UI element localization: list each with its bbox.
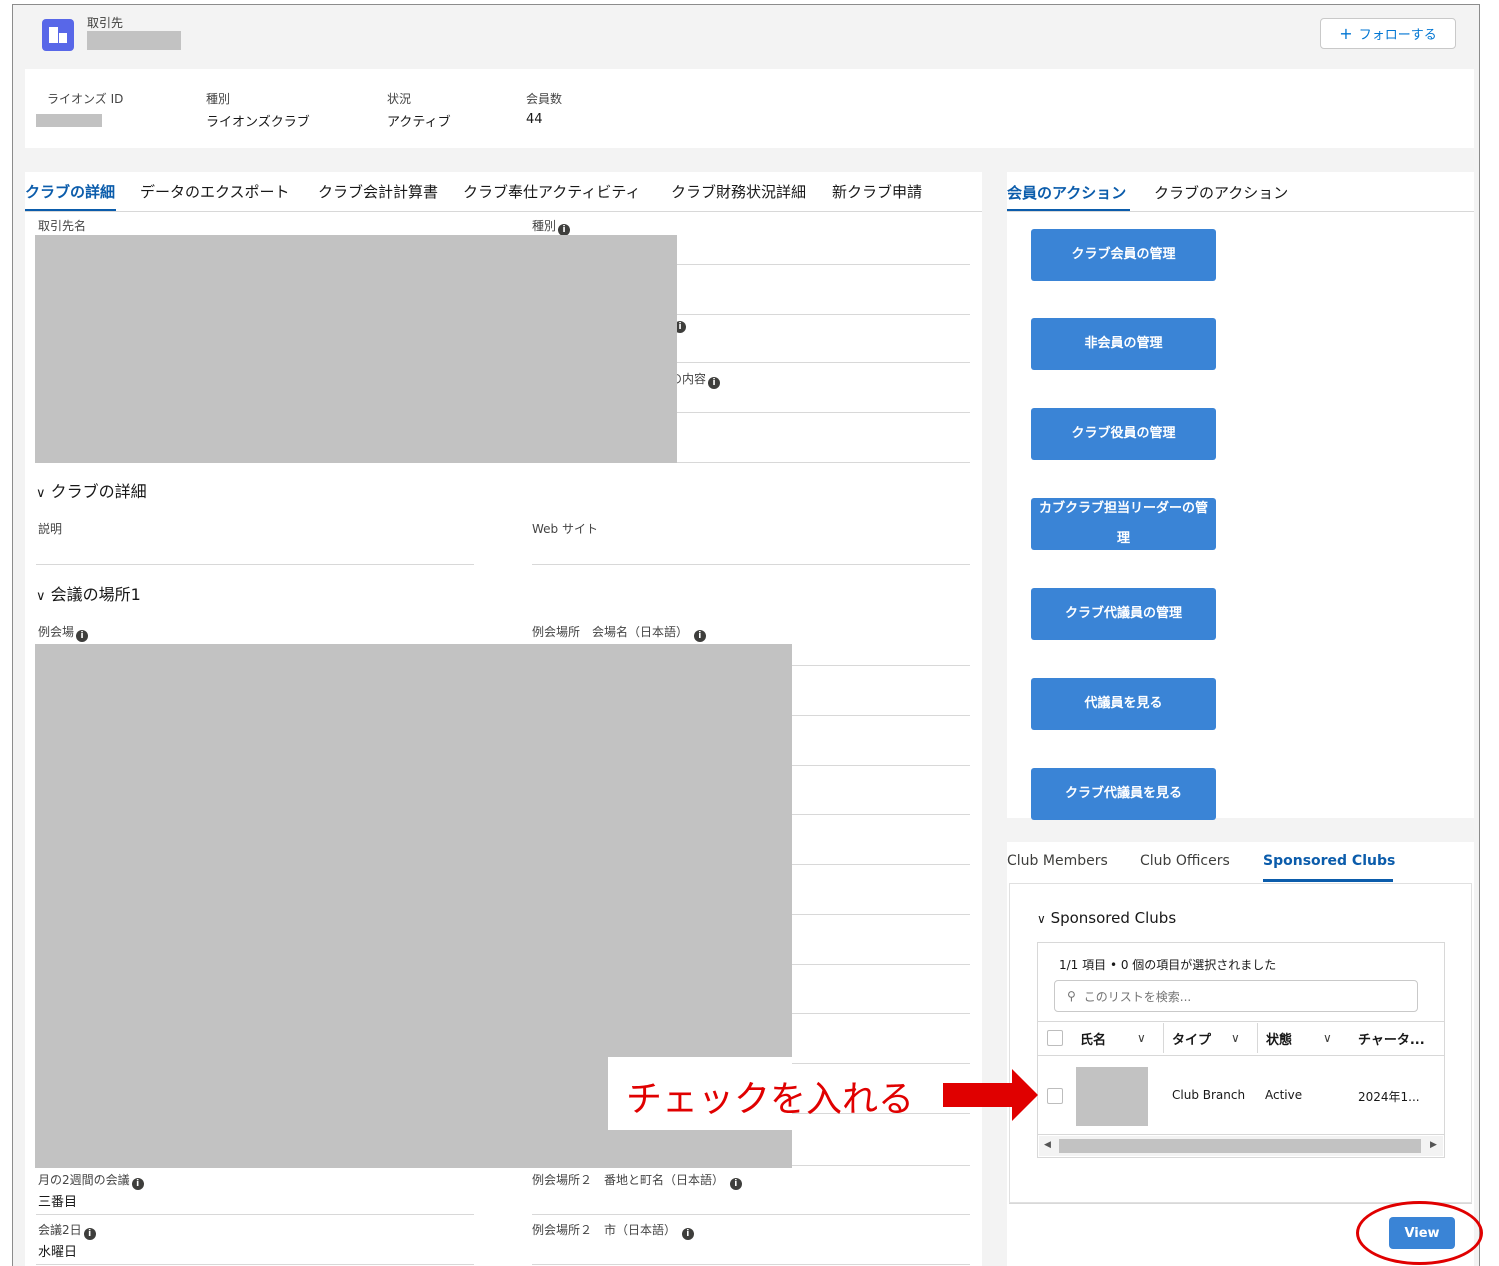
- header-divider: [1038, 1021, 1444, 1022]
- record-header: [13, 5, 1479, 69]
- sponsored-clubs-header[interactable]: ∨ Sponsored Clubs: [1037, 909, 1176, 927]
- row-type: Club Branch: [1172, 1088, 1246, 1102]
- tab-member-actions[interactable]: 会員のアクション: [1007, 182, 1126, 203]
- info-icon: i: [693, 630, 706, 642]
- column-name[interactable]: 氏名: [1080, 1029, 1106, 1048]
- manage-cub-leader-button[interactable]: カブクラブ担当リーダーの管理: [1031, 498, 1216, 550]
- field-divider: [36, 564, 474, 565]
- follow-button[interactable]: + フォローする: [1320, 18, 1456, 49]
- website-label: Web サイト: [532, 522, 598, 536]
- field-divider: [36, 1264, 474, 1265]
- redacted-block: [35, 235, 677, 463]
- scroll-left-icon[interactable]: ◀: [1044, 1140, 1051, 1150]
- biweekly-value: 三番目: [38, 1195, 78, 1210]
- arrow-right-icon: [1012, 1069, 1038, 1121]
- day2-value: 水曜日: [38, 1245, 78, 1260]
- field-divider: [36, 1214, 474, 1215]
- chevron-down-icon[interactable]: ∨: [1323, 1031, 1332, 1045]
- field-divider: [532, 564, 970, 565]
- search-icon: ⚲: [1067, 989, 1076, 1003]
- meeting-section[interactable]: ∨ 会議の場所1: [36, 581, 141, 605]
- account-icon: [42, 19, 74, 51]
- chevron-down-icon: ∨: [1037, 912, 1046, 926]
- tab-data-export[interactable]: データのエクスポート: [140, 181, 290, 202]
- highlight-label: 種別: [206, 92, 231, 106]
- highlight-label: ライオンズ ID: [47, 92, 124, 106]
- row-charter: 2024年1...: [1358, 1090, 1420, 1104]
- tab-club-actions[interactable]: クラブのアクション: [1154, 182, 1288, 203]
- city2-label: 例会場所２ 市（日本語） i: [532, 1221, 694, 1240]
- tab-club-details[interactable]: クラブの詳細: [25, 181, 115, 202]
- type-label: 種別 i: [532, 217, 571, 236]
- address2-label: 例会場所２ 番地と町名（日本語） i: [532, 1171, 742, 1190]
- column-charter[interactable]: チャータ...: [1358, 1029, 1425, 1048]
- biweekly-label: 月の2週間の会議 i: [38, 1171, 144, 1190]
- info-icon: i: [83, 1228, 96, 1240]
- annotation-arrow: [943, 1083, 1013, 1107]
- venue-name-label: 例会場所 会場名（日本語） i: [532, 623, 706, 642]
- chevron-down-icon: ∨: [36, 589, 46, 604]
- tab-club-accounts[interactable]: クラブ会計計算書: [318, 181, 438, 202]
- tab-new-club[interactable]: 新クラブ申請: [832, 181, 922, 202]
- tab-club-service[interactable]: クラブ奉仕アクティビティ: [463, 181, 640, 202]
- header-divider: [1038, 1055, 1444, 1056]
- redacted-lions-id: [36, 114, 102, 127]
- manage-club-officers-button[interactable]: クラブ役員の管理: [1031, 408, 1216, 460]
- scrollbar-thumb[interactable]: [1059, 1139, 1421, 1153]
- highlight-label: 会員数: [526, 92, 563, 106]
- info-icon: i: [131, 1178, 144, 1190]
- object-label: 取引先: [87, 16, 124, 30]
- manage-non-members-button[interactable]: 非会員の管理: [1031, 318, 1216, 370]
- column-type[interactable]: タイプ: [1172, 1029, 1211, 1048]
- tab-club-members[interactable]: Club Members: [1007, 853, 1108, 869]
- row-status: Active: [1265, 1088, 1303, 1102]
- list-count: 1/1 項目 • 0 個の項目が選択されました: [1059, 958, 1277, 972]
- tab-sponsored-clubs[interactable]: Sponsored Clubs: [1263, 853, 1395, 869]
- plus-icon: +: [1339, 24, 1353, 43]
- manage-club-members-button[interactable]: クラブ会員の管理: [1031, 229, 1216, 281]
- tabs-divider: [1007, 211, 1474, 212]
- chevron-down-icon[interactable]: ∨: [1137, 1031, 1146, 1045]
- annotation-text: チェックを入れる: [626, 1079, 915, 1120]
- info-icon: i: [681, 1228, 694, 1240]
- list-search-input[interactable]: ⚲ このリストを検索...: [1054, 980, 1418, 1012]
- day2-label: 会議2日 i: [38, 1221, 96, 1240]
- field-divider: [532, 1264, 970, 1265]
- scroll-right-icon[interactable]: ▶: [1430, 1140, 1437, 1150]
- annotation-circle: [1356, 1201, 1483, 1265]
- field-divider: [532, 1214, 970, 1215]
- row-checkbox[interactable]: [1047, 1088, 1063, 1104]
- redacted-club-name: [1076, 1067, 1148, 1126]
- manage-delegates-button[interactable]: クラブ代議員の管理: [1031, 588, 1216, 640]
- tab-club-officers[interactable]: Club Officers: [1140, 853, 1230, 869]
- highlight-value: アクティブ: [387, 115, 451, 130]
- redacted-account-name: [87, 31, 181, 50]
- column-status[interactable]: 状態: [1266, 1029, 1292, 1048]
- partial-field-label: の内容 i: [670, 370, 721, 389]
- chevron-down-icon[interactable]: ∨: [1231, 1031, 1240, 1045]
- view-club-delegates-button[interactable]: クラブ代議員を見る: [1031, 768, 1216, 820]
- column-divider: [1163, 1023, 1164, 1053]
- active-tab-indicator: [1263, 879, 1393, 882]
- info-icon: i: [76, 630, 89, 642]
- chevron-down-icon: ∨: [36, 486, 46, 501]
- tab-club-finance[interactable]: クラブ財務状況詳細: [671, 181, 806, 202]
- club-details-section[interactable]: ∨ クラブの詳細: [36, 478, 147, 502]
- select-all-checkbox[interactable]: [1047, 1030, 1063, 1046]
- info-icon: i: [708, 377, 721, 389]
- view-delegates-button[interactable]: 代議員を見る: [1031, 678, 1216, 730]
- info-icon: i: [729, 1178, 742, 1190]
- highlight-value: 44: [526, 112, 543, 127]
- highlight-label: 状況: [387, 92, 412, 106]
- account-name-label: 取引先名: [38, 219, 87, 233]
- highlight-value: ライオンズクラブ: [206, 115, 310, 130]
- highlights-panel: [25, 69, 1474, 148]
- description-label: 説明: [38, 522, 63, 536]
- column-divider: [1257, 1023, 1258, 1053]
- row-divider: [1038, 1134, 1444, 1135]
- tabs-divider: [25, 211, 982, 212]
- venue-label: 例会場 i: [38, 623, 89, 642]
